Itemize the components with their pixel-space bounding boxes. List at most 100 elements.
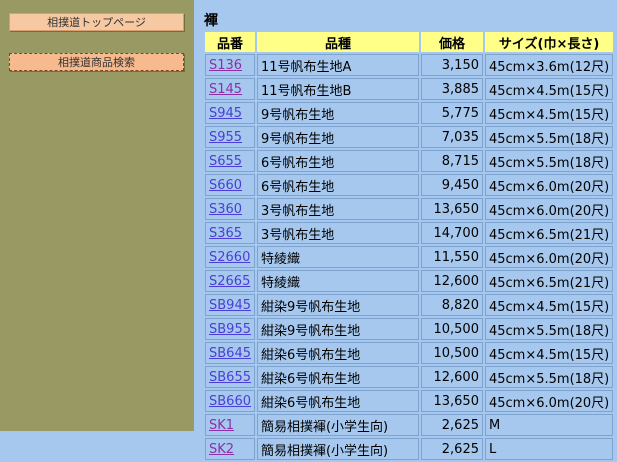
nav-button-product-search[interactable]: 相撲道商品検索 — [9, 53, 184, 71]
product-size-cell: M — [484, 414, 614, 436]
table-row: S655 6号帆布生地 8,715 45cm×5.5m(18尺) — [205, 150, 614, 172]
product-code-cell: S945 — [205, 102, 255, 124]
product-type-cell: 特綾織 — [256, 270, 419, 292]
product-code-link[interactable]: S955 — [209, 130, 242, 145]
product-code-cell: S2665 — [205, 270, 255, 292]
product-type-cell: 11号帆布生地A — [256, 54, 419, 76]
product-code-link[interactable]: S2665 — [209, 274, 250, 289]
product-type-cell: 紺染9号帆布生地 — [256, 318, 419, 340]
product-code-link[interactable]: S2660 — [209, 250, 250, 265]
table-row: SK2 簡易相撲褌(小学生向) 2,625 L — [205, 438, 614, 460]
product-type-cell: 6号帆布生地 — [256, 174, 419, 196]
product-type-cell: 9号帆布生地 — [256, 102, 419, 124]
product-code-link[interactable]: S655 — [209, 154, 242, 169]
table-header-row: 品番 品種 価格 サイズ(巾×長さ) — [205, 32, 614, 52]
product-code-cell: S660 — [205, 174, 255, 196]
product-price-cell: 5,775 — [420, 102, 483, 124]
product-code-cell: S136 — [205, 54, 255, 76]
product-price-cell: 12,600 — [420, 270, 483, 292]
product-table: 品番 品種 価格 サイズ(巾×長さ) S136 11号帆布生地A 3,150 45cm… — [203, 30, 616, 462]
product-code-cell: SB955 — [205, 318, 255, 340]
product-code-cell: SB945 — [205, 294, 255, 316]
table-row: SB645 紺染6号帆布生地 10,500 45cm×4.5m(15尺) — [205, 342, 614, 364]
table-row: S365 3号帆布生地 14,700 45cm×6.5m(21尺) — [205, 222, 614, 244]
product-type-cell: 簡易相撲褌(小学生向) — [256, 438, 419, 460]
product-code-cell: S2660 — [205, 246, 255, 268]
table-row: S2660 特綾織 11,550 45cm×6.0m(20尺) — [205, 246, 614, 268]
product-type-cell: 紺染6号帆布生地 — [256, 390, 419, 412]
product-code-link[interactable]: S145 — [209, 82, 242, 97]
nav-button-label: 相撲道トップページ — [47, 16, 146, 29]
product-size-cell: 45cm×6.0m(20尺) — [484, 174, 614, 196]
product-type-cell: 特綾織 — [256, 246, 419, 268]
table-row: S360 3号帆布生地 13,650 45cm×6.0m(20尺) — [205, 198, 614, 220]
product-price-cell: 3,150 — [420, 54, 483, 76]
product-code-cell: S365 — [205, 222, 255, 244]
column-header-price: 価格 — [420, 32, 483, 52]
product-size-cell: 45cm×4.5m(15尺) — [484, 294, 614, 316]
product-size-cell: 45cm×5.5m(18尺) — [484, 318, 614, 340]
product-size-cell: 45cm×3.6m(12尺) — [484, 54, 614, 76]
product-price-cell: 8,820 — [420, 294, 483, 316]
product-size-cell: 45cm×4.5m(15尺) — [484, 78, 614, 100]
column-header-code: 品番 — [205, 32, 255, 52]
product-code-link[interactable]: SB660 — [209, 394, 251, 409]
product-type-cell: 紺染9号帆布生地 — [256, 294, 419, 316]
product-size-cell: 45cm×4.5m(15尺) — [484, 102, 614, 124]
table-row: S660 6号帆布生地 9,450 45cm×6.0m(20尺) — [205, 174, 614, 196]
table-row: S145 11号帆布生地B 3,885 45cm×4.5m(15尺) — [205, 78, 614, 100]
product-size-cell: 45cm×6.0m(20尺) — [484, 390, 614, 412]
product-code-cell: SK2 — [205, 438, 255, 460]
page-title: 褌 — [204, 13, 218, 29]
product-size-cell: 45cm×5.5m(18尺) — [484, 126, 614, 148]
product-type-cell: 11号帆布生地B — [256, 78, 419, 100]
product-size-cell: 45cm×5.5m(18尺) — [484, 366, 614, 388]
column-header-size: サイズ(巾×長さ) — [484, 32, 614, 52]
product-code-cell: S655 — [205, 150, 255, 172]
table-row: SB660 紺染6号帆布生地 13,650 45cm×6.0m(20尺) — [205, 390, 614, 412]
product-code-link[interactable]: S136 — [209, 58, 242, 73]
product-price-cell: 14,700 — [420, 222, 483, 244]
product-type-cell: 紺染6号帆布生地 — [256, 366, 419, 388]
nav-button-sumo-top[interactable]: 相撲道トップページ — [9, 13, 184, 31]
table-row: SK1 簡易相撲褌(小学生向) 2,625 M — [205, 414, 614, 436]
column-header-type: 品種 — [256, 32, 419, 52]
product-code-link[interactable]: S360 — [209, 202, 242, 217]
product-price-cell: 2,625 — [420, 414, 483, 436]
table-row: S945 9号帆布生地 5,775 45cm×4.5m(15尺) — [205, 102, 614, 124]
product-code-link[interactable]: SK1 — [209, 418, 234, 433]
product-code-cell: S360 — [205, 198, 255, 220]
product-code-link[interactable]: SB955 — [209, 322, 251, 337]
product-code-link[interactable]: SB655 — [209, 370, 251, 385]
product-code-cell: SK1 — [205, 414, 255, 436]
product-code-link[interactable]: SB945 — [209, 298, 251, 313]
table-row: S955 9号帆布生地 7,035 45cm×5.5m(18尺) — [205, 126, 614, 148]
product-code-link[interactable]: S365 — [209, 226, 242, 241]
product-code-link[interactable]: S945 — [209, 106, 242, 121]
product-code-link[interactable]: SB645 — [209, 346, 251, 361]
product-size-cell: 45cm×6.5m(21尺) — [484, 222, 614, 244]
product-code-link[interactable]: S660 — [209, 178, 242, 193]
product-price-cell: 13,650 — [420, 198, 483, 220]
product-size-cell: 45cm×6.0m(20尺) — [484, 246, 614, 268]
product-type-cell: 3号帆布生地 — [256, 198, 419, 220]
table-row: SB945 紺染9号帆布生地 8,820 45cm×4.5m(15尺) — [205, 294, 614, 316]
table-row: S136 11号帆布生地A 3,150 45cm×3.6m(12尺) — [205, 54, 614, 76]
product-code-cell: S145 — [205, 78, 255, 100]
sidebar: 相撲道トップページ 相撲道商品検索 — [0, 0, 194, 431]
product-type-cell: 紺染6号帆布生地 — [256, 342, 419, 364]
product-type-cell: 9号帆布生地 — [256, 126, 419, 148]
product-code-cell: SB660 — [205, 390, 255, 412]
product-size-cell: 45cm×6.0m(20尺) — [484, 198, 614, 220]
table-row: SB955 紺染9号帆布生地 10,500 45cm×5.5m(18尺) — [205, 318, 614, 340]
product-size-cell: 45cm×4.5m(15尺) — [484, 342, 614, 364]
product-size-cell: 45cm×5.5m(18尺) — [484, 150, 614, 172]
product-price-cell: 13,650 — [420, 390, 483, 412]
main-content: 褌 品番 品種 価格 サイズ(巾×長さ) S136 11号帆布生地A 3,150 45… — [194, 0, 617, 462]
product-code-link[interactable]: SK2 — [209, 442, 234, 457]
product-price-cell: 8,715 — [420, 150, 483, 172]
product-price-cell: 11,550 — [420, 246, 483, 268]
product-price-cell: 12,600 — [420, 366, 483, 388]
product-price-cell: 2,625 — [420, 438, 483, 460]
product-type-cell: 簡易相撲褌(小学生向) — [256, 414, 419, 436]
